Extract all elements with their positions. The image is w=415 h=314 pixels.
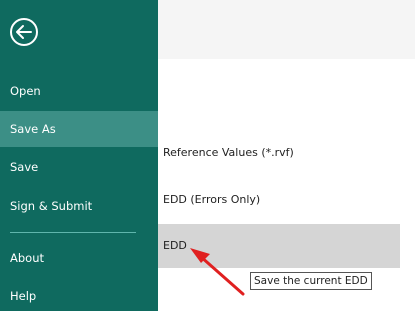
tooltip: Save the current EDD — [250, 272, 372, 290]
menu-separator — [10, 232, 136, 233]
menu-item-sign-submit[interactable]: Sign & Submit — [0, 188, 158, 224]
option-edd-errors-only[interactable]: EDD (Errors Only) — [158, 178, 400, 222]
menu-item-save-as[interactable]: Save As — [0, 111, 158, 147]
option-reference-values[interactable]: Reference Values (*.rvf) — [158, 131, 400, 175]
option-edd[interactable]: EDD — [158, 224, 400, 268]
back-arrow-icon[interactable] — [9, 17, 39, 47]
menu-item-save[interactable]: Save — [0, 149, 158, 185]
menu-item-about[interactable]: About — [0, 240, 158, 276]
menu-item-open[interactable]: Open — [0, 73, 158, 109]
backstage-sidebar: Open Save As Save Sign & Submit About He… — [0, 0, 158, 311]
menu-item-help[interactable]: Help — [0, 278, 158, 314]
top-strip — [158, 0, 415, 59]
